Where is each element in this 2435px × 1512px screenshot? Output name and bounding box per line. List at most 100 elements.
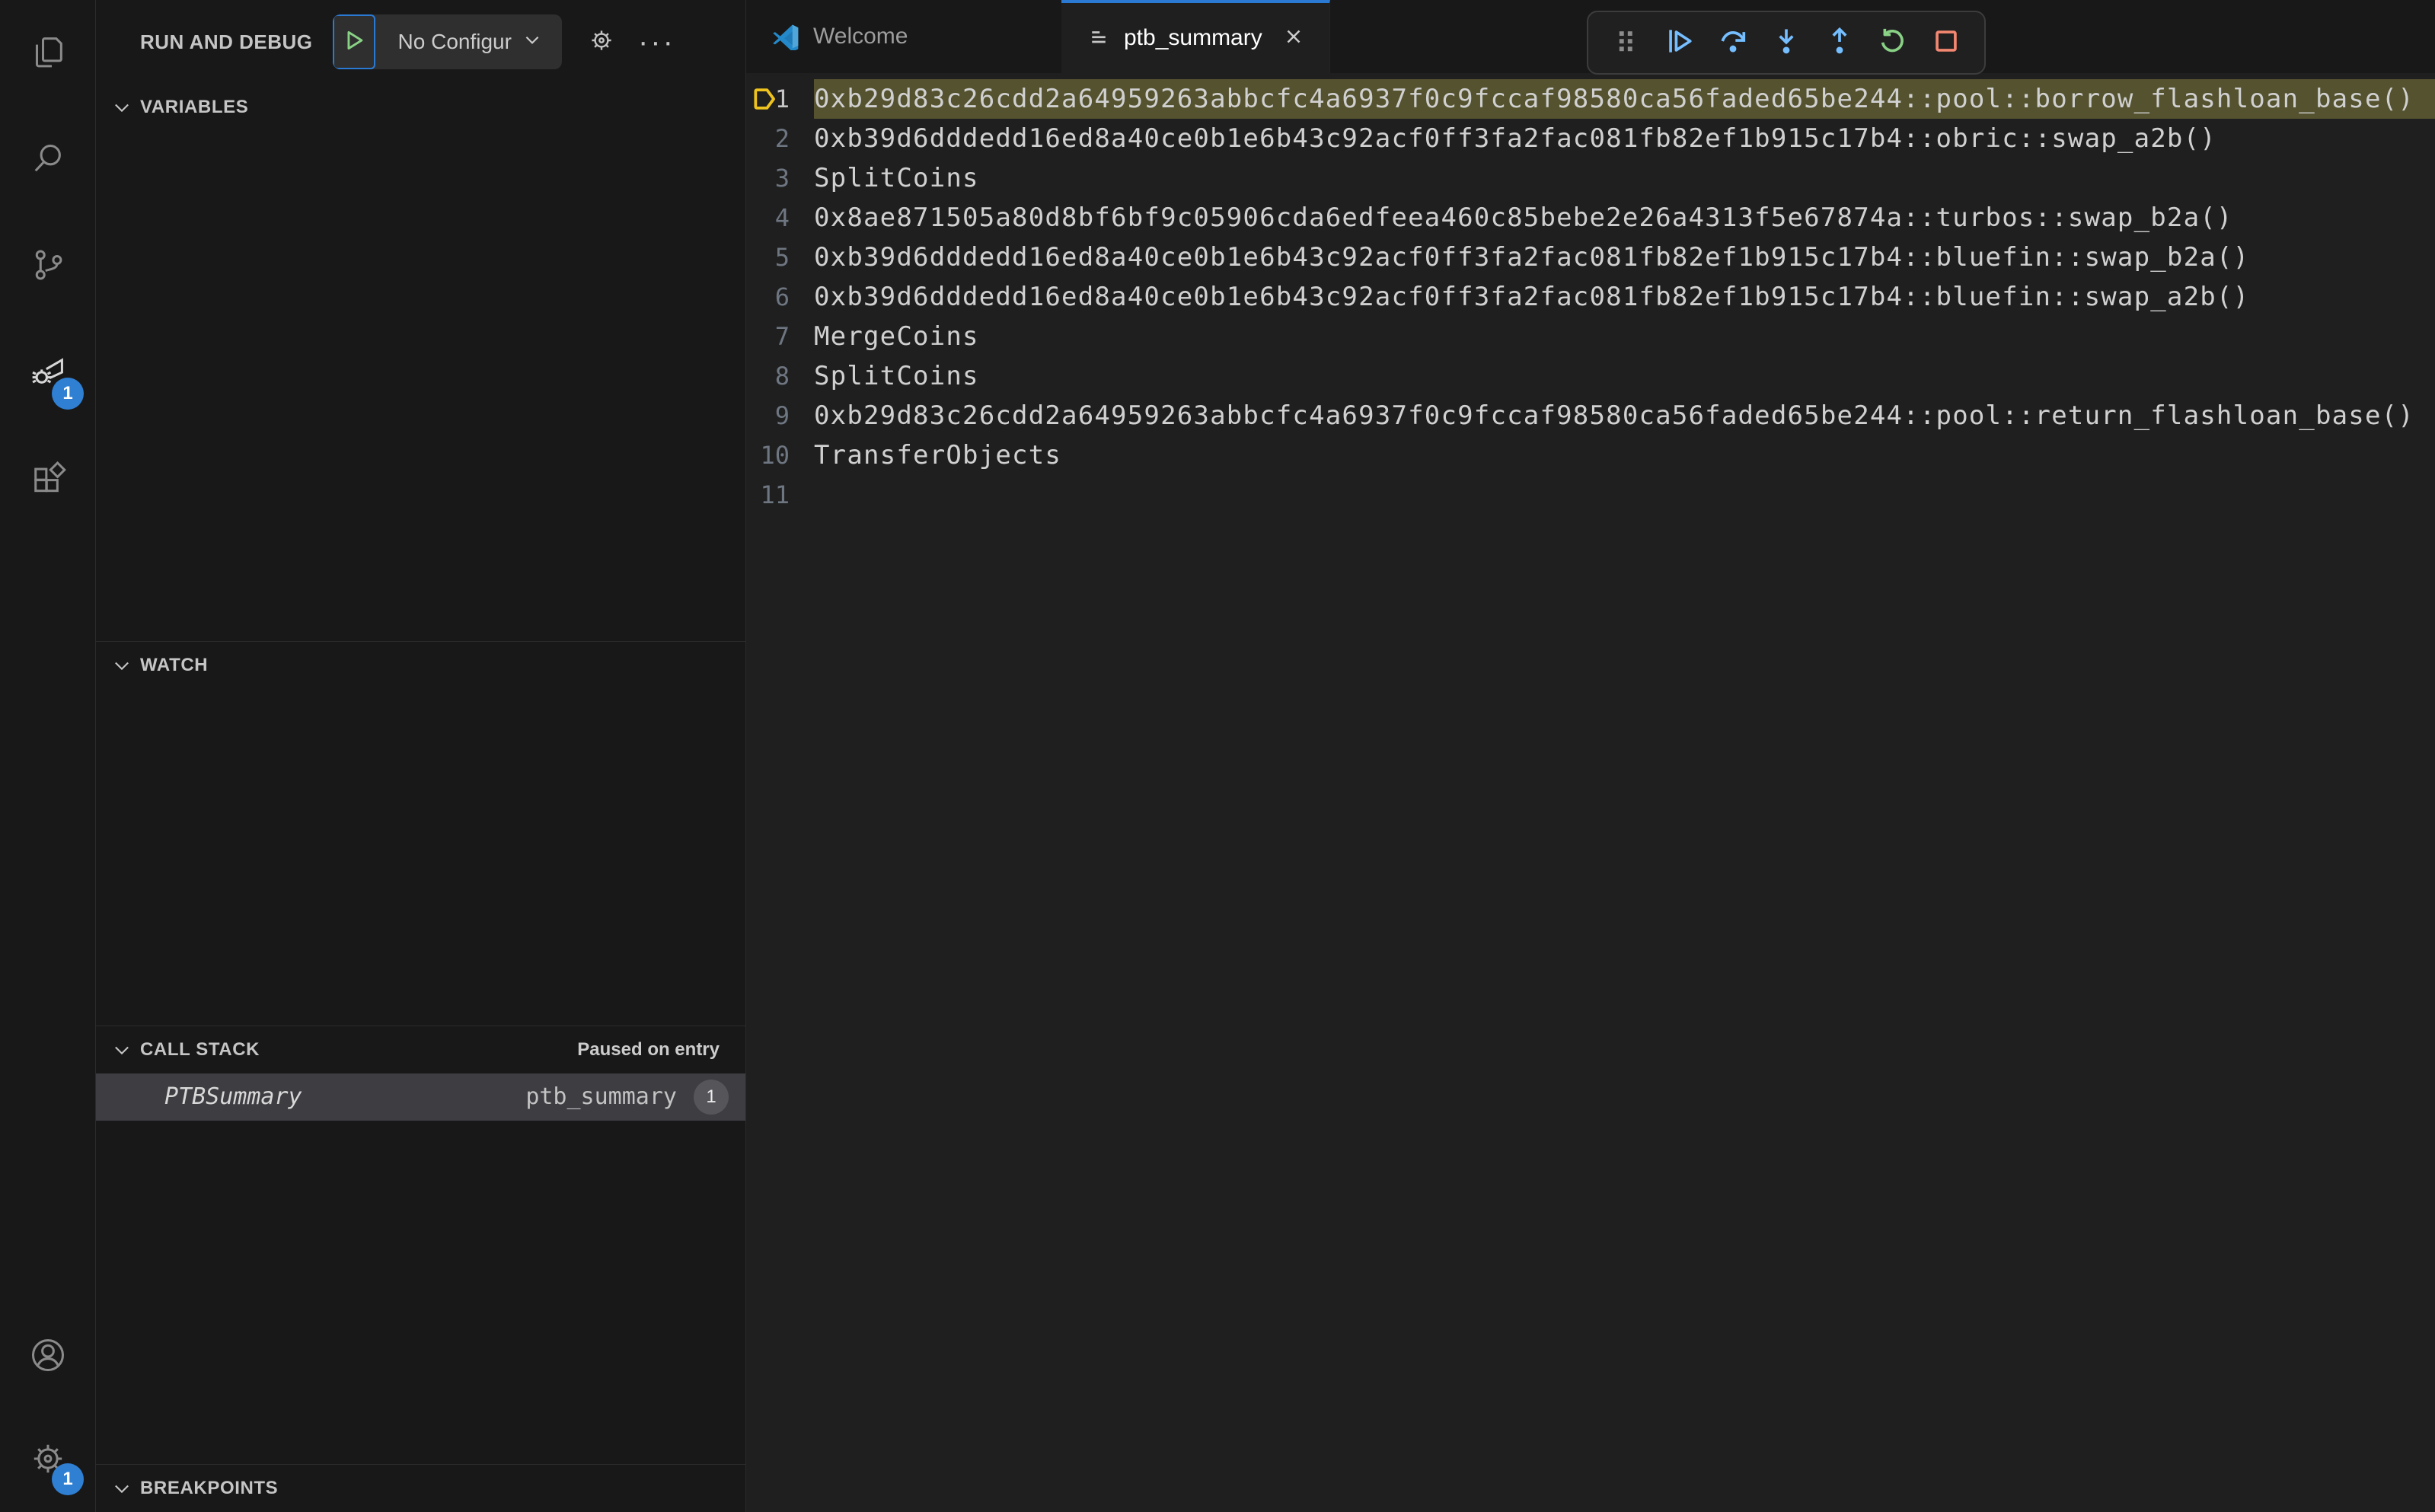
code-line[interactable]: 4 0x8ae871505a80d8bf6bf9c05906cda6edfeea… — [746, 198, 2435, 238]
restart-icon — [1876, 24, 1910, 62]
code-text[interactable] — [814, 475, 2435, 515]
code-line[interactable]: 6 0xb39d6dddedd16ed8a40ce0b1e6b43c92acf0… — [746, 277, 2435, 317]
activity-item-search[interactable] — [0, 107, 96, 213]
tab-label: Welcome — [813, 24, 908, 49]
frame-name: PTBSummary — [164, 1083, 302, 1111]
frame-badge: 1 — [694, 1079, 729, 1115]
editor-gutter[interactable]: 5 — [746, 238, 814, 277]
editor-gutter[interactable]: 3 — [746, 158, 814, 198]
call-stack-section-header[interactable]: CALL STACK Paused on entry — [96, 1026, 745, 1073]
activity-item-source-control[interactable] — [0, 213, 96, 320]
editor-gutter[interactable]: 9 — [746, 396, 814, 435]
activity-item-run-and-debug[interactable]: 1 — [0, 320, 96, 426]
editor-gutter[interactable]: 1 — [746, 79, 814, 119]
continue-button[interactable] — [1655, 18, 1704, 67]
activity-bar-spacer — [0, 533, 95, 1305]
tab-ptb-summary[interactable]: ptb_summary — [1061, 0, 1330, 73]
activity-item-settings[interactable]: 1 — [0, 1408, 96, 1512]
run-and-debug-sidebar: RUN AND DEBUG No Configur ··· VARIABLES … — [96, 0, 746, 1512]
toolbar-drag-handle[interactable] — [1602, 18, 1651, 67]
editor-gutter[interactable]: 7 — [746, 317, 814, 356]
editor-gutter[interactable]: 10 — [746, 435, 814, 475]
line-number: 8 — [774, 362, 790, 391]
start-debugging-button[interactable] — [332, 14, 375, 69]
step-into-button[interactable] — [1762, 18, 1811, 67]
breakpoints-section-header[interactable]: BREAKPOINTS — [96, 1465, 745, 1512]
stop-button[interactable] — [1922, 18, 1971, 67]
debug-configuration-label: No Configur — [397, 30, 512, 53]
chevron-down-icon — [115, 1046, 129, 1054]
pause-status-text: Paused on entry — [577, 1038, 720, 1060]
step-over-button[interactable] — [1709, 18, 1757, 67]
more-actions-icon: ··· — [637, 25, 675, 59]
line-number: 4 — [774, 203, 790, 232]
settings-badge: 1 — [52, 1463, 84, 1495]
code-editor[interactable]: 1 0xb29d83c26cdd2a64959263abbcfc4a6937f0… — [746, 73, 2435, 1512]
step-out-button[interactable] — [1815, 18, 1864, 67]
editor-gutter[interactable]: 2 — [746, 119, 814, 158]
code-text[interactable]: 0xb39d6dddedd16ed8a40ce0b1e6b43c92acf0ff… — [814, 277, 2435, 317]
code-line[interactable]: 7 MergeCoins — [746, 317, 2435, 356]
more-actions-button[interactable]: ··· — [638, 27, 675, 57]
sidebar-title: RUN AND DEBUG — [140, 30, 313, 53]
activity-bar-bottom: 1 — [0, 1305, 95, 1512]
search-icon — [28, 139, 68, 182]
debug-badge: 1 — [52, 378, 84, 410]
code-text[interactable]: 0x8ae871505a80d8bf6bf9c05906cda6edfeea46… — [814, 198, 2435, 238]
files-icon — [28, 32, 68, 75]
call-stack-frame-row[interactable]: PTBSummary ptb_summary 1 — [96, 1073, 745, 1121]
continue-icon — [1663, 24, 1696, 62]
code-text[interactable]: 0xb29d83c26cdd2a64959263abbcfc4a6937f0c9… — [814, 79, 2435, 119]
line-number: 9 — [774, 401, 790, 430]
chevron-down-icon — [522, 30, 542, 55]
sidebar-header: RUN AND DEBUG No Configur ··· — [96, 0, 745, 84]
debug-settings-button[interactable] — [588, 27, 615, 58]
debug-configuration-dropdown[interactable]: No Configur — [375, 14, 562, 69]
call-stack-section: CALL STACK Paused on entry PTBSummary pt… — [96, 1025, 745, 1464]
list-file-icon — [1087, 27, 1110, 49]
restart-button[interactable] — [1869, 18, 1917, 67]
editor-group: Welcome ptb_summary 1 0xb29d83c26cdd2a64… — [746, 0, 2435, 1512]
variables-section: VARIABLES — [96, 84, 745, 641]
editor-gutter[interactable]: 4 — [746, 198, 814, 238]
code-line[interactable]: 10 TransferObjects — [746, 435, 2435, 475]
code-line[interactable]: 8 SplitCoins — [746, 356, 2435, 396]
step-over-icon — [1716, 24, 1750, 62]
vscode-window: 1 1 RUN AND DEBUG No Configur ··· VARIAB… — [0, 0, 2435, 1512]
code-text[interactable]: SplitCoins — [814, 356, 2435, 396]
close-tab-button[interactable] — [1282, 25, 1305, 52]
step-into-icon — [1770, 24, 1803, 62]
code-text[interactable]: TransferObjects — [814, 435, 2435, 475]
code-text[interactable]: SplitCoins — [814, 158, 2435, 198]
activity-item-explorer[interactable] — [0, 0, 96, 107]
chevron-down-icon — [115, 104, 129, 113]
activity-item-extensions[interactable] — [0, 426, 96, 533]
code-line[interactable]: 9 0xb29d83c26cdd2a64959263abbcfc4a6937f0… — [746, 396, 2435, 435]
code-line[interactable]: 1 0xb29d83c26cdd2a64959263abbcfc4a6937f0… — [746, 79, 2435, 119]
code-text[interactable]: MergeCoins — [814, 317, 2435, 356]
play-icon — [341, 27, 367, 57]
code-line[interactable]: 2 0xb39d6dddedd16ed8a40ce0b1e6b43c92acf0… — [746, 119, 2435, 158]
code-text[interactable]: 0xb39d6dddedd16ed8a40ce0b1e6b43c92acf0ff… — [814, 238, 2435, 277]
tab-welcome[interactable]: Welcome — [746, 0, 1061, 73]
code-line[interactable]: 5 0xb39d6dddedd16ed8a40ce0b1e6b43c92acf0… — [746, 238, 2435, 277]
watch-section-header[interactable]: WATCH — [96, 642, 745, 689]
editor-gutter[interactable]: 8 — [746, 356, 814, 396]
breakpoints-section: BREAKPOINTS — [96, 1463, 745, 1512]
step-out-icon — [1823, 24, 1856, 62]
activity-bar-top: 1 — [0, 0, 95, 533]
activity-item-account[interactable] — [0, 1305, 96, 1408]
chevron-down-icon — [115, 1485, 129, 1494]
variables-section-header[interactable]: VARIABLES — [96, 84, 745, 131]
debug-toolbar — [1587, 11, 1986, 75]
code-text[interactable]: 0xb39d6dddedd16ed8a40ce0b1e6b43c92acf0ff… — [814, 119, 2435, 158]
code-line[interactable]: 11 — [746, 475, 2435, 515]
extensions-icon — [28, 458, 68, 502]
code-line[interactable]: 3 SplitCoins — [746, 158, 2435, 198]
stop-icon — [1929, 24, 1963, 62]
call-stack-label: CALL STACK — [140, 1038, 260, 1060]
editor-gutter[interactable]: 6 — [746, 277, 814, 317]
editor-gutter[interactable]: 11 — [746, 475, 814, 515]
code-text[interactable]: 0xb29d83c26cdd2a64959263abbcfc4a6937f0c9… — [814, 396, 2435, 435]
variables-label: VARIABLES — [140, 97, 249, 117]
